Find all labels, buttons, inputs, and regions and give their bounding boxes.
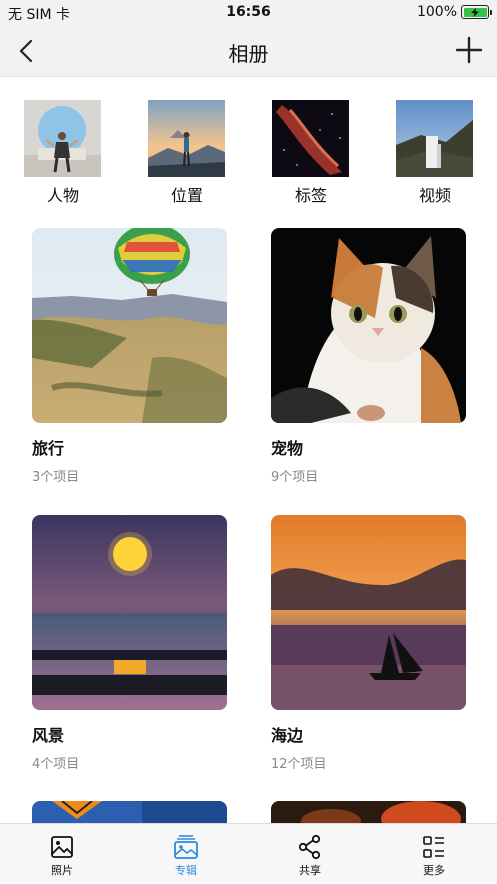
album-cover [271,515,466,710]
more-list-icon [423,836,444,858]
album-count: 9个项目 [271,470,319,485]
category-people[interactable]: 人物 [24,100,102,206]
album-cover [32,515,227,710]
category-tags[interactable]: 标签 [272,100,350,206]
category-label: 位置 [170,186,203,205]
tab-label: 共享 [299,864,321,877]
album-count: 12个项目 [271,757,327,772]
people-thumbnail [24,100,101,177]
videos-thumbnail [396,100,473,177]
album-cover-partial[interactable] [271,801,466,823]
category-label: 人物 [46,186,79,205]
album-card-travel[interactable]: 旅行 3个项目 [32,228,227,485]
category-videos[interactable]: 视频 [396,100,474,206]
album-card-scenery[interactable]: 风景 4个项目 [32,515,227,772]
album-name: 旅行 [32,439,65,458]
album-name: 海边 [271,726,304,745]
album-cover-partial[interactable] [32,801,227,823]
plus-icon[interactable] [455,36,483,64]
battery-percent: 100% [416,4,457,20]
category-label: 标签 [294,186,327,205]
albums-icon [174,835,198,859]
battery-icon [461,5,492,19]
album-count: 3个项目 [32,470,80,485]
album-card-pets[interactable]: 宠物 9个项目 [271,228,466,485]
album-cover [271,228,466,423]
tags-thumbnail [272,100,349,177]
photo-icon [51,836,73,858]
battery-indicator: 100% [416,4,492,20]
category-places[interactable]: 位置 [148,100,226,206]
tab-albums[interactable]: 专辑 [124,824,248,884]
tab-label: 照片 [51,864,73,877]
tab-shared[interactable]: 共享 [248,824,372,884]
nav-bar: 相册 [0,26,497,77]
tab-more[interactable]: 更多 [372,824,496,884]
album-name: 风景 [32,726,65,745]
tab-photos[interactable]: 照片 [0,824,124,884]
album-count: 4个项目 [32,757,80,772]
album-card-seaside[interactable]: 海边 12个项目 [271,515,466,772]
category-label: 视频 [418,186,451,205]
places-thumbnail [148,100,225,177]
share-icon [298,834,321,860]
tab-label: 更多 [423,864,445,877]
page-title: 相册 [228,42,269,66]
tab-bar: 照片 专辑 共享 更多 [0,823,497,883]
status-bar: 无 SIM 卡 16:56 100% [0,0,497,26]
album-name: 宠物 [271,439,304,458]
tab-label: 专辑 [175,864,197,877]
category-strip: 人物 位置 标签 视频 [0,100,497,210]
album-cover [32,228,227,423]
